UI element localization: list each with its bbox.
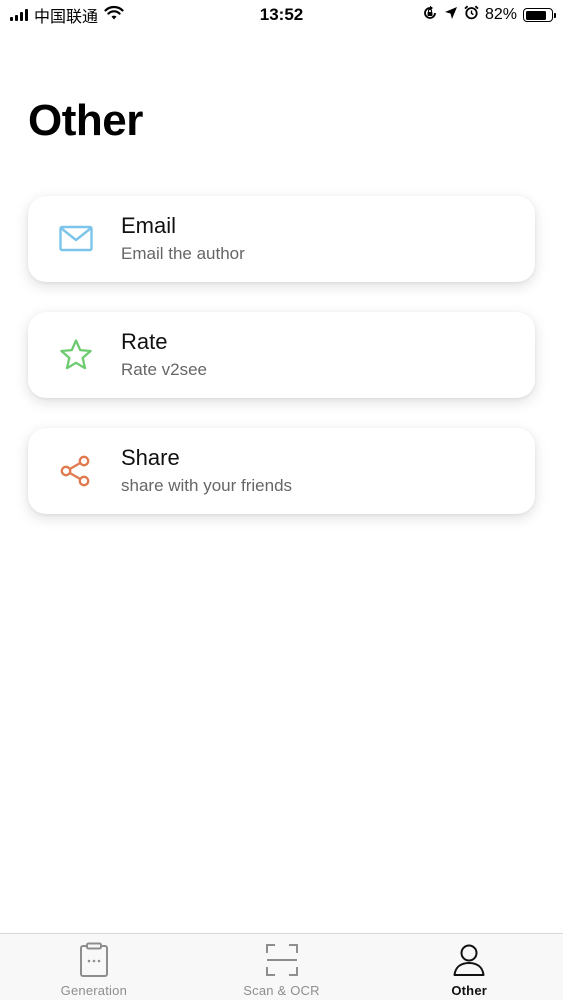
- share-card[interactable]: Share share with your friends: [28, 428, 535, 514]
- email-subtitle: Email the author: [121, 244, 245, 263]
- clipboard-icon: [77, 942, 111, 978]
- share-subtitle: share with your friends: [121, 476, 293, 495]
- status-right: 82%: [422, 5, 556, 26]
- email-card[interactable]: Email Email the author: [28, 196, 535, 282]
- orientation-lock-icon: [422, 5, 438, 26]
- person-icon: [452, 942, 486, 978]
- tab-other-label: Other: [451, 983, 488, 998]
- wifi-icon: [104, 5, 124, 26]
- rate-card[interactable]: Rate Rate v2see: [28, 312, 535, 398]
- location-icon: [444, 6, 458, 25]
- page-title: Other: [28, 96, 143, 145]
- tab-other[interactable]: Other: [375, 934, 563, 1000]
- share-title: Share: [121, 445, 180, 470]
- tab-generation-label: Generation: [60, 983, 127, 998]
- battery-percent: 82%: [484, 6, 517, 23]
- status-bar: 中国联通 13:52 82%: [0, 0, 563, 30]
- email-title: Email: [121, 213, 177, 238]
- carrier-name: 中国联通: [34, 9, 99, 26]
- star-icon: [58, 337, 94, 373]
- share-icon: [58, 453, 94, 489]
- tab-generation[interactable]: Generation: [0, 934, 188, 1000]
- battery-icon: [523, 8, 556, 22]
- tab-scan-ocr[interactable]: Scan & OCR: [188, 934, 376, 1000]
- tab-bar: Generation Scan & OCR Other: [0, 933, 563, 1000]
- alarm-icon: [464, 5, 479, 25]
- mail-icon: [58, 221, 94, 257]
- rate-subtitle: Rate v2see: [121, 360, 207, 379]
- screen: 中国联通 13:52 82% Other Email Email the aut…: [0, 0, 563, 1000]
- status-left: 中国联通: [10, 3, 124, 27]
- scan-frame-icon: [265, 942, 299, 978]
- signal-icon: [10, 9, 28, 21]
- tab-scan-ocr-label: Scan & OCR: [243, 983, 320, 998]
- rate-title: Rate: [121, 329, 168, 354]
